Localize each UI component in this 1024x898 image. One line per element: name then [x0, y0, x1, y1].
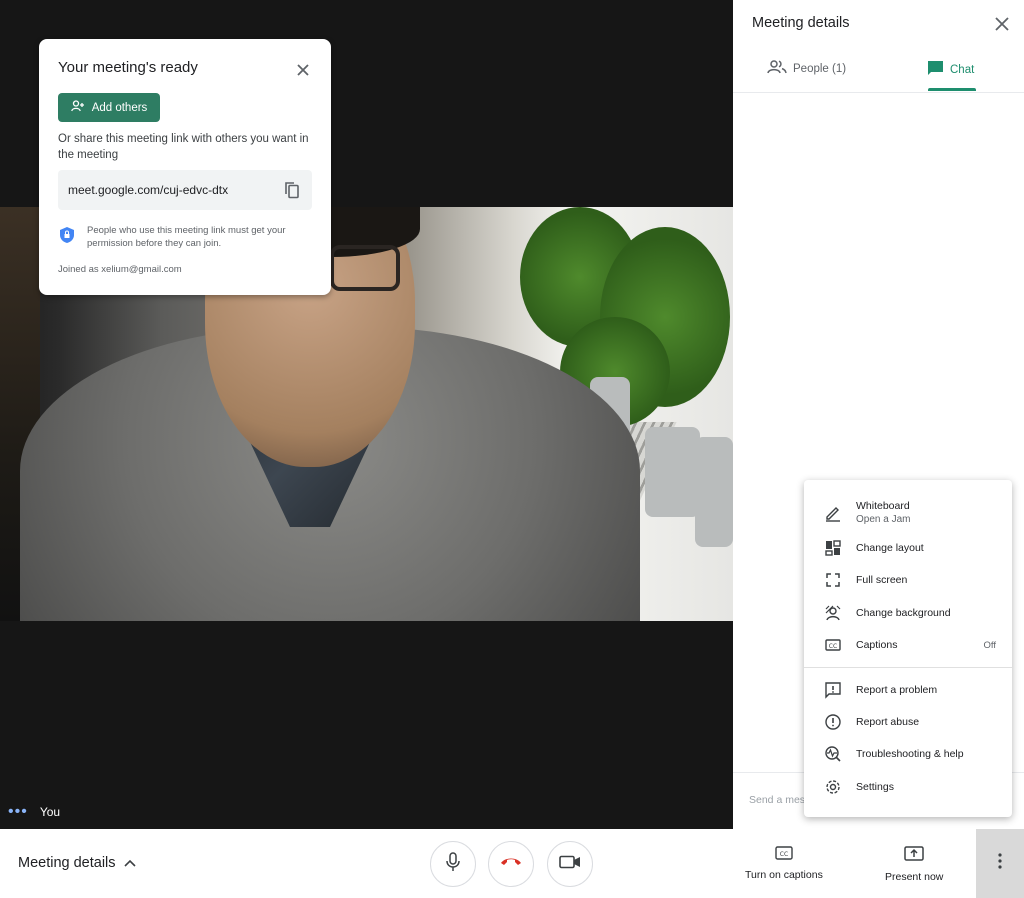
joined-as: Joined as xelium@gmail.com — [58, 264, 182, 275]
menu-item-label: Captions — [856, 639, 898, 651]
fullscreen-icon — [824, 571, 842, 589]
captions-label: Turn on captions — [745, 869, 823, 881]
video-person-glasses — [330, 245, 400, 291]
more-dots-icon[interactable]: ••• — [8, 804, 28, 820]
active-tab-indicator — [928, 88, 976, 91]
meeting-ready-card: Your meeting's ready Add others Or share… — [39, 39, 331, 295]
captions-button[interactable]: CC Turn on captions — [745, 846, 823, 881]
present-label: Present now — [885, 871, 944, 883]
captions-icon: CC — [824, 636, 842, 654]
menu-item-captions[interactable]: CC Captions Off — [804, 629, 1012, 661]
chevron-up-icon — [123, 855, 136, 871]
more-options-menu: Whiteboard Open a Jam Change layout Full… — [804, 480, 1012, 817]
tab-chat[interactable]: Chat — [927, 60, 974, 80]
close-icon[interactable] — [295, 62, 311, 78]
bottom-control-bar: Meeting details CC Turn on captions Pres… — [0, 829, 1024, 898]
more-options-button[interactable] — [976, 829, 1024, 898]
menu-item-label: Whiteboard — [856, 500, 910, 512]
shield-lock-icon — [59, 226, 75, 249]
meeting-ready-title: Your meeting's ready — [58, 59, 198, 76]
tab-chat-label: Chat — [950, 64, 975, 76]
menu-item-label: Report a problem — [856, 684, 938, 696]
tab-people[interactable]: People (1) — [767, 60, 846, 77]
add-others-button[interactable]: Add others — [58, 93, 160, 122]
gear-icon — [824, 778, 842, 796]
menu-item-change-background[interactable]: Change background — [804, 597, 1012, 629]
chat-icon — [927, 60, 944, 80]
hang-up-button[interactable] — [488, 841, 534, 887]
menu-item-report-problem[interactable]: Report a problem — [804, 674, 1012, 706]
add-others-label: Add others — [91, 101, 148, 114]
menu-item-report-abuse[interactable]: Report abuse — [804, 706, 1012, 738]
menu-item-label: Change layout — [856, 542, 924, 554]
layout-icon — [824, 539, 842, 557]
video-plant-pot — [695, 437, 733, 547]
camera-icon — [559, 855, 581, 874]
report-abuse-icon — [824, 713, 842, 731]
meeting-details-toggle[interactable]: Meeting details — [18, 855, 136, 871]
hang-up-icon — [500, 855, 522, 873]
menu-item-label: Troubleshooting & help — [856, 748, 964, 760]
menu-divider — [804, 667, 1012, 668]
menu-item-settings[interactable]: Settings — [804, 771, 1012, 803]
meeting-link: meet.google.com/cuj-edvc-dtx — [68, 183, 229, 197]
pencil-icon — [824, 504, 842, 522]
close-icon[interactable] — [994, 16, 1010, 37]
permission-note-text: People who use this meeting link must ge… — [87, 225, 286, 249]
menu-item-label: Full screen — [856, 574, 908, 586]
captions-icon: CC — [775, 846, 793, 863]
menu-item-troubleshooting[interactable]: Troubleshooting & help — [804, 738, 1012, 770]
camera-button[interactable] — [547, 841, 593, 887]
send-message-input[interactable]: Send a mes — [749, 794, 805, 806]
meeting-link-box: meet.google.com/cuj-edvc-dtx — [58, 170, 312, 210]
more-vert-icon — [998, 853, 1002, 874]
self-name: You — [39, 805, 61, 819]
present-icon — [904, 846, 924, 865]
copy-icon[interactable] — [284, 181, 300, 204]
add-person-icon — [70, 100, 85, 115]
share-text: Or share this meeting link with others y… — [58, 133, 309, 161]
svg-text:CC: CC — [780, 851, 788, 858]
present-now-button[interactable]: Present now — [885, 846, 943, 883]
people-icon — [767, 60, 787, 77]
menu-item-change-layout[interactable]: Change layout — [804, 532, 1012, 564]
meeting-details-label: Meeting details — [18, 855, 116, 871]
svg-text:CC: CC — [829, 643, 837, 650]
microphone-button[interactable] — [430, 841, 476, 887]
panel-tabs: People (1) Chat — [733, 50, 1024, 93]
self-tile-label: ••• You — [8, 804, 61, 820]
menu-item-whiteboard[interactable]: Whiteboard Open a Jam — [804, 496, 1012, 532]
menu-item-sublabel: Open a Jam — [856, 514, 911, 525]
menu-item-label: Report abuse — [856, 716, 920, 728]
panel-title: Meeting details — [752, 15, 850, 31]
video-plant-pot — [645, 427, 700, 517]
report-problem-icon — [824, 681, 842, 699]
menu-item-label: Change background — [856, 607, 951, 619]
menu-item-label: Settings — [856, 781, 894, 793]
menu-item-full-screen[interactable]: Full screen — [804, 564, 1012, 596]
background-icon — [824, 604, 842, 622]
tab-people-label: People (1) — [793, 62, 847, 75]
troubleshoot-icon — [824, 745, 842, 763]
microphone-icon — [445, 851, 461, 877]
captions-status: Off — [983, 640, 997, 651]
